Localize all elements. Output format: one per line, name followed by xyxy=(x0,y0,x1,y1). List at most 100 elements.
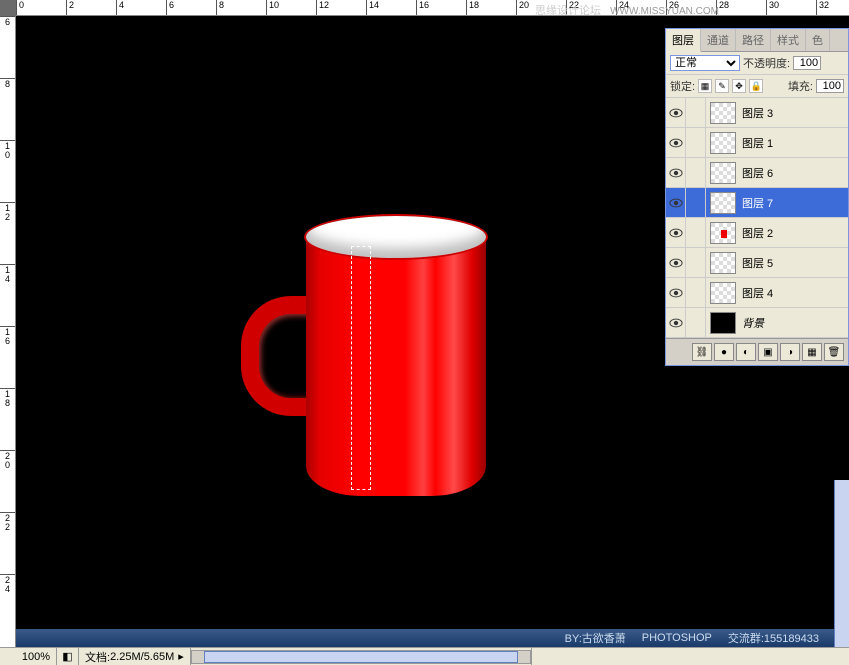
panel-tabs: 图层通道路径样式色 xyxy=(666,29,848,52)
layer-name-label: 图层 5 xyxy=(740,255,848,271)
mug-artwork xyxy=(256,216,496,506)
ruler-v-mark: 24 xyxy=(0,574,15,594)
layer-visibility-icon[interactable] xyxy=(666,218,686,247)
panel-tab-1[interactable]: 通道 xyxy=(701,29,736,51)
layer-link-cell[interactable] xyxy=(686,248,706,277)
horizontal-scrollbar[interactable] xyxy=(191,650,531,664)
layer-style-button[interactable]: ● xyxy=(714,343,734,361)
layer-name-label: 图层 3 xyxy=(740,105,848,121)
ruler-h-mark: 0 xyxy=(16,0,24,15)
ruler-h-mark: 14 xyxy=(366,0,379,15)
layer-thumbnail[interactable] xyxy=(710,162,736,184)
layer-name-label: 图层 6 xyxy=(740,165,848,181)
layer-row[interactable]: 图层 5 xyxy=(666,248,848,278)
layer-row[interactable]: 背景 xyxy=(666,308,848,338)
watermark-url: WWW.MISSYUAN.COM xyxy=(610,6,719,17)
layer-name-label: 图层 7 xyxy=(740,195,848,211)
layer-name-label: 背景 xyxy=(740,315,848,331)
panel-tab-4[interactable]: 色 xyxy=(806,29,830,51)
layer-link-cell[interactable] xyxy=(686,128,706,157)
layer-thumbnail[interactable] xyxy=(710,282,736,304)
opacity-input[interactable] xyxy=(793,56,821,70)
layer-row[interactable]: 图层 6 xyxy=(666,158,848,188)
lock-label: 锁定: xyxy=(670,78,695,94)
layers-list: 图层 3 图层 1 图层 6 图层 7 图层 2 图层 5 图层 4 背景 xyxy=(666,98,848,338)
layer-link-cell[interactable] xyxy=(686,278,706,307)
ruler-horizontal: 02468101214161820222426283032 xyxy=(16,0,849,16)
ruler-h-mark: 8 xyxy=(216,0,224,15)
lock-transparent-icon[interactable]: ▦ xyxy=(698,79,712,93)
lock-all-icon[interactable]: 🔒 xyxy=(749,79,763,93)
mug-body xyxy=(306,236,486,496)
bottom-watermark: BY:古欲香萧 PHOTOSHOP 交流群:155189433 xyxy=(16,629,849,647)
layer-thumbnail[interactable] xyxy=(710,252,736,274)
layer-row[interactable]: 图层 3 xyxy=(666,98,848,128)
ruler-v-mark: 12 xyxy=(0,202,15,222)
layer-row[interactable]: 图层 1 xyxy=(666,128,848,158)
layers-panel[interactable]: 图层通道路径样式色 正常 不透明度: 锁定: ▦ ✎ ✥ 🔒 填充: 图层 3图… xyxy=(665,28,849,366)
ruler-h-mark: 20 xyxy=(516,0,529,15)
layer-mask-button[interactable]: ◐ xyxy=(736,343,756,361)
ruler-h-mark: 6 xyxy=(166,0,174,15)
new-group-button[interactable]: ▣ xyxy=(758,343,778,361)
ruler-h-mark: 10 xyxy=(266,0,279,15)
layer-link-cell[interactable] xyxy=(686,98,706,127)
blend-mode-select[interactable]: 正常 xyxy=(670,55,740,71)
status-bar: ◧ 文档: 2.25M/5.65M ▸ xyxy=(0,647,849,665)
layer-thumbnail[interactable] xyxy=(710,312,736,334)
ruler-h-mark: 18 xyxy=(466,0,479,15)
layer-link-cell[interactable] xyxy=(686,158,706,187)
layer-row[interactable]: 图层 7 xyxy=(666,188,848,218)
mug-top-ellipse xyxy=(306,216,486,258)
delete-layer-button[interactable]: 🗑 xyxy=(824,343,844,361)
layer-visibility-icon[interactable] xyxy=(666,158,686,187)
layer-visibility-icon[interactable] xyxy=(666,128,686,157)
layer-visibility-icon[interactable] xyxy=(666,98,686,127)
lock-move-icon[interactable]: ✥ xyxy=(732,79,746,93)
panel-tab-0[interactable]: 图层 xyxy=(666,29,701,52)
panel-tab-3[interactable]: 样式 xyxy=(771,29,806,51)
ruler-h-mark: 32 xyxy=(816,0,829,15)
layer-name-label: 图层 1 xyxy=(740,135,848,151)
layer-thumbnail[interactable] xyxy=(710,102,736,124)
ruler-h-mark: 2 xyxy=(66,0,74,15)
ruler-v-mark: 18 xyxy=(0,388,15,408)
layer-visibility-icon[interactable] xyxy=(666,278,686,307)
panel-tab-2[interactable]: 路径 xyxy=(736,29,771,51)
layer-visibility-icon[interactable] xyxy=(666,308,686,337)
lock-brush-icon[interactable]: ✎ xyxy=(715,79,729,93)
ruler-v-mark: 20 xyxy=(0,450,15,470)
layer-name-label: 图层 4 xyxy=(740,285,848,301)
layer-thumbnail[interactable] xyxy=(710,132,736,154)
ruler-v-mark: 22 xyxy=(0,512,15,532)
selection-marquee[interactable] xyxy=(351,246,371,490)
ruler-h-mark: 30 xyxy=(766,0,779,15)
nav-preview-icon[interactable]: ◧ xyxy=(57,648,79,665)
layer-row[interactable]: 图层 2 xyxy=(666,218,848,248)
ruler-v-mark: 10 xyxy=(0,140,15,160)
layer-visibility-icon[interactable] xyxy=(666,188,686,217)
watermark-author: BY:古欲香萧 xyxy=(565,630,626,646)
layer-row[interactable]: 图层 4 xyxy=(666,278,848,308)
watermark-app: PHOTOSHOP xyxy=(642,632,712,644)
layer-visibility-icon[interactable] xyxy=(666,248,686,277)
ruler-v-mark: 6 xyxy=(0,16,15,27)
ruler-h-mark: 16 xyxy=(416,0,429,15)
link-layers-button[interactable]: ⛓ xyxy=(692,343,712,361)
doc-size-value: 2.25M/5.65M xyxy=(110,651,174,663)
layer-name-label: 图层 2 xyxy=(740,225,848,241)
doc-size-label: 文档: xyxy=(85,649,110,665)
new-layer-button[interactable]: ▦ xyxy=(802,343,822,361)
vertical-scrollbar[interactable] xyxy=(834,480,849,647)
zoom-input[interactable] xyxy=(6,651,50,663)
panel-footer: ⛓ ● ◐ ▣ ◑ ▦ 🗑 xyxy=(666,338,848,365)
layer-link-cell[interactable] xyxy=(686,218,706,247)
layer-thumbnail[interactable] xyxy=(710,192,736,214)
layer-link-cell[interactable] xyxy=(686,308,706,337)
layer-thumbnail[interactable] xyxy=(710,222,736,244)
doc-menu-arrow[interactable]: ▸ xyxy=(178,650,184,663)
adjustment-layer-button[interactable]: ◑ xyxy=(780,343,800,361)
layer-link-cell[interactable] xyxy=(686,188,706,217)
fill-input[interactable] xyxy=(816,79,844,93)
opacity-label: 不透明度: xyxy=(743,55,790,71)
